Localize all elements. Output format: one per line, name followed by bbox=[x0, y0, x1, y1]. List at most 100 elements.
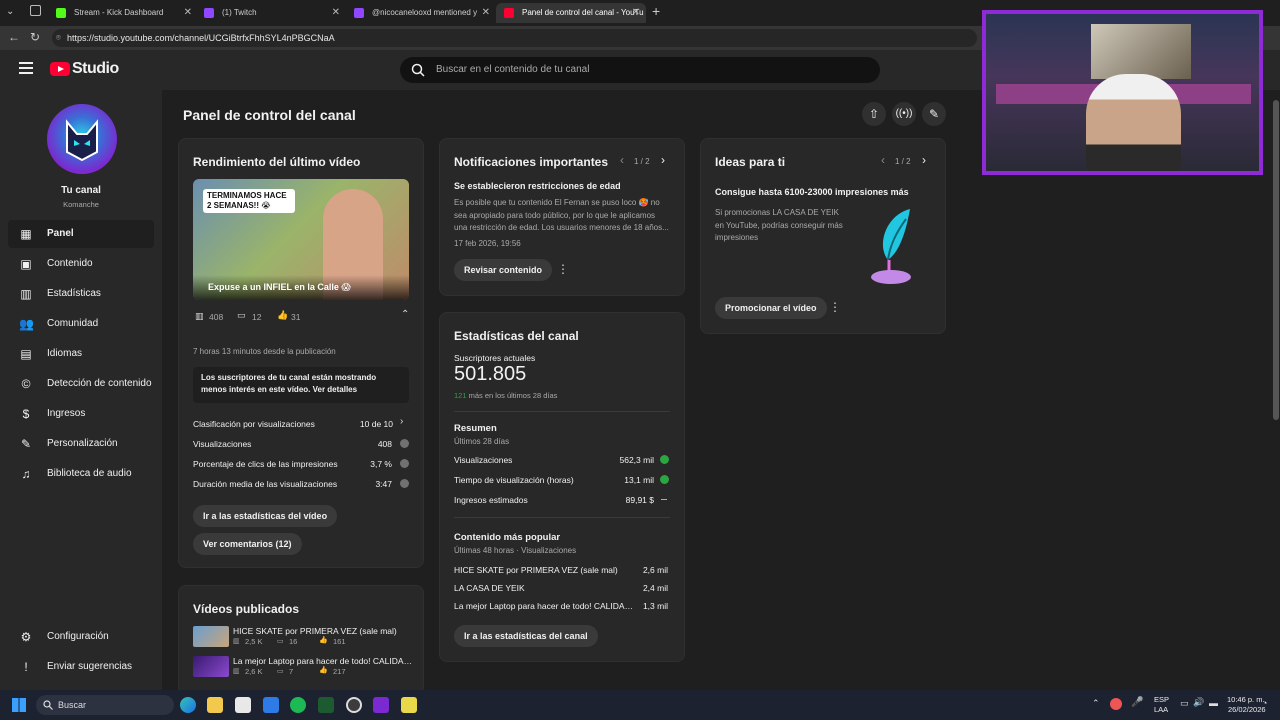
channel-title: Tu canal bbox=[61, 185, 101, 196]
volume-icon[interactable]: 🔊 bbox=[1193, 697, 1204, 708]
sidebar-item-biblioteca[interactable]: ♫ Biblioteca de audio bbox=[8, 460, 154, 488]
popular-item-2-label[interactable]: LA CASA DE YEIK bbox=[454, 583, 624, 593]
chevron-left-icon[interactable]: ‹ bbox=[881, 153, 885, 167]
url-field[interactable]: ⌾ https://studio.youtube.com/channel/UCG… bbox=[52, 29, 977, 47]
tab-list-icon[interactable]: ⌄ bbox=[6, 6, 14, 17]
sidebar-item-sugerencias[interactable]: ! Enviar sugerencias bbox=[8, 653, 154, 681]
kick-icon bbox=[56, 8, 66, 18]
new-tab-icon[interactable]: + bbox=[652, 3, 660, 19]
list-item[interactable]: La mejor Laptop para hacer de todo! CALI… bbox=[193, 656, 413, 678]
review-content-button[interactable]: Revisar contenido bbox=[454, 259, 553, 281]
scrollbar-thumb[interactable] bbox=[1273, 100, 1279, 420]
interest-notice[interactable]: Los suscriptores de tu canal están mostr… bbox=[193, 367, 409, 403]
popular-item-1-value: 2,6 mil bbox=[642, 565, 668, 575]
notification-heading: Se establecieron restricciones de edad bbox=[454, 181, 621, 191]
close-icon[interactable]: ✕ bbox=[332, 3, 340, 23]
mail-icon[interactable] bbox=[263, 697, 279, 713]
sidebar-item-label: Enviar sugerencias bbox=[47, 661, 133, 672]
keyboard-layout-indicator[interactable]: LAA bbox=[1154, 705, 1168, 714]
battery-icon[interactable]: ▬ bbox=[1209, 698, 1218, 708]
network-icon[interactable]: ▭ bbox=[1180, 698, 1189, 709]
store-icon[interactable] bbox=[235, 697, 251, 713]
channel-stats-card: Estadísticas del canal Suscriptores actu… bbox=[439, 312, 685, 662]
back-icon[interactable]: ← bbox=[8, 30, 20, 44]
upload-icon[interactable]: ⇧ bbox=[862, 102, 886, 126]
spotify-icon[interactable] bbox=[290, 697, 306, 713]
tab-youtube-studio[interactable]: Panel de control del canal - YouTu ✕ bbox=[496, 3, 646, 23]
tab-kick[interactable]: Stream - Kick Dashboard ✕ bbox=[48, 3, 198, 23]
clock-time[interactable]: 10:46 p. m. bbox=[1227, 695, 1265, 704]
subs-label: Suscriptores actuales bbox=[454, 353, 536, 363]
close-icon[interactable]: ✕ bbox=[632, 3, 640, 23]
popular-item-3-value: 1,3 mil bbox=[642, 601, 668, 611]
views-icon: ▥ bbox=[195, 311, 204, 321]
taskbar-search[interactable]: Buscar bbox=[36, 695, 174, 715]
site-info-icon[interactable]: ⌾ bbox=[56, 29, 61, 47]
notes-icon[interactable] bbox=[401, 697, 417, 713]
chevron-left-icon[interactable]: ‹ bbox=[620, 153, 624, 167]
scrollbar[interactable] bbox=[1272, 90, 1280, 690]
studio-logo-text: Studio bbox=[72, 60, 119, 77]
sidebar-item-deteccion[interactable]: © Detección de contenido bbox=[8, 370, 154, 398]
tray-chevron-icon[interactable]: ⌃ bbox=[1092, 698, 1100, 709]
reload-icon[interactable]: ↻ bbox=[30, 30, 40, 44]
trend-up-icon bbox=[660, 455, 669, 464]
xbox-icon[interactable] bbox=[318, 697, 334, 713]
create-post-icon[interactable]: ✎ bbox=[922, 102, 946, 126]
video-thumbnail[interactable]: TERMINAMOS HACE 2 SEMANAS!! 😭 Expuse a u… bbox=[193, 179, 409, 300]
sidebar-item-estadisticas[interactable]: ▥ Estadísticas bbox=[8, 280, 154, 308]
popular-item-1-label[interactable]: HICE SKATE por PRIMERA VEZ (sale mal) bbox=[454, 565, 624, 575]
clock-date[interactable]: 26/02/2026 bbox=[1228, 705, 1266, 714]
latest-video-card: Rendimiento del último vídeo TERMINAMOS … bbox=[178, 138, 424, 568]
tray-app-icon[interactable] bbox=[1110, 698, 1122, 710]
collapse-icon[interactable]: ⌃ bbox=[401, 309, 409, 320]
edge-icon[interactable] bbox=[180, 697, 196, 713]
microphone-icon[interactable]: 🎤 bbox=[1131, 697, 1143, 708]
sidebar-item-configuracion[interactable]: ⚙ Configuración bbox=[8, 623, 154, 651]
chevron-right-icon[interactable]: › bbox=[922, 153, 926, 167]
tab-twitch[interactable]: (1) Twitch ✕ bbox=[196, 3, 346, 23]
notifications-bell-icon[interactable]: ◔ bbox=[1262, 698, 1267, 708]
app-icon[interactable] bbox=[373, 697, 389, 713]
go-live-icon[interactable]: ((•)) bbox=[892, 102, 916, 126]
list-item[interactable]: HICE SKATE por PRIMERA VEZ (sale mal) ▥ … bbox=[193, 626, 413, 648]
tab-twitch-mention[interactable]: @nicocanelooxd mentioned y ✕ bbox=[346, 3, 496, 23]
notifications-card: Notificaciones importantes ‹ 1 / 2 › Se … bbox=[439, 138, 685, 296]
view-comments-button[interactable]: Ver comentarios (12) bbox=[193, 533, 302, 555]
sidebar-item-comunidad[interactable]: 👥 Comunidad bbox=[8, 310, 154, 338]
channel-name: Komanche bbox=[63, 200, 99, 209]
menu-icon[interactable] bbox=[19, 62, 33, 64]
obs-icon[interactable] bbox=[346, 697, 362, 713]
thumb-overlay-text: TERMINAMOS HACE 2 SEMANAS!! 😭 bbox=[203, 189, 295, 213]
twitch-icon bbox=[354, 8, 364, 18]
notice-link[interactable]: Ver detalles bbox=[313, 385, 357, 394]
search-icon bbox=[411, 63, 425, 77]
chevron-right-icon[interactable]: › bbox=[661, 153, 665, 167]
video-analytics-button[interactable]: Ir a las estadísticas del vídeo bbox=[193, 505, 338, 527]
summary-views-value: 562,3 mil bbox=[619, 455, 655, 465]
sidebar-item-idiomas[interactable]: ▤ Idiomas bbox=[8, 340, 154, 368]
avg-duration-label: Duración media de las visualizaciones bbox=[193, 479, 338, 489]
close-icon[interactable]: ✕ bbox=[184, 3, 192, 23]
sidebar-item-ingresos[interactable]: $ Ingresos bbox=[8, 400, 154, 428]
more-options-icon[interactable]: ⋮ bbox=[557, 262, 569, 276]
tab-label: (1) Twitch bbox=[222, 8, 257, 17]
sidebar-item-personalizacion[interactable]: ✎ Personalización bbox=[8, 430, 154, 458]
sidebar-item-contenido[interactable]: ▣ Contenido bbox=[8, 250, 154, 278]
promote-video-button[interactable]: Promocionar el vídeo bbox=[715, 297, 827, 319]
file-explorer-icon[interactable] bbox=[207, 697, 223, 713]
more-options-icon[interactable]: ⋮ bbox=[829, 300, 841, 314]
workspaces-icon[interactable] bbox=[30, 5, 41, 16]
youtube-logo-icon[interactable] bbox=[50, 62, 70, 76]
search-icon bbox=[43, 700, 53, 710]
subs-delta-text: más en los últimos 28 días bbox=[468, 391, 558, 400]
language-indicator[interactable]: ESP bbox=[1154, 695, 1169, 704]
channel-analytics-button[interactable]: Ir a las estadísticas del canal bbox=[454, 625, 598, 647]
avatar[interactable] bbox=[47, 104, 117, 174]
close-icon[interactable]: ✕ bbox=[482, 3, 490, 23]
windows-start-icon[interactable] bbox=[12, 698, 26, 712]
chevron-right-icon[interactable]: › bbox=[400, 416, 403, 427]
sidebar-item-panel[interactable]: ▦ Panel bbox=[8, 220, 154, 248]
popular-item-3-label[interactable]: La mejor Laptop para hacer de todo! CALI… bbox=[454, 601, 638, 611]
search-input[interactable]: Buscar en el contenido de tu canal bbox=[400, 57, 880, 83]
